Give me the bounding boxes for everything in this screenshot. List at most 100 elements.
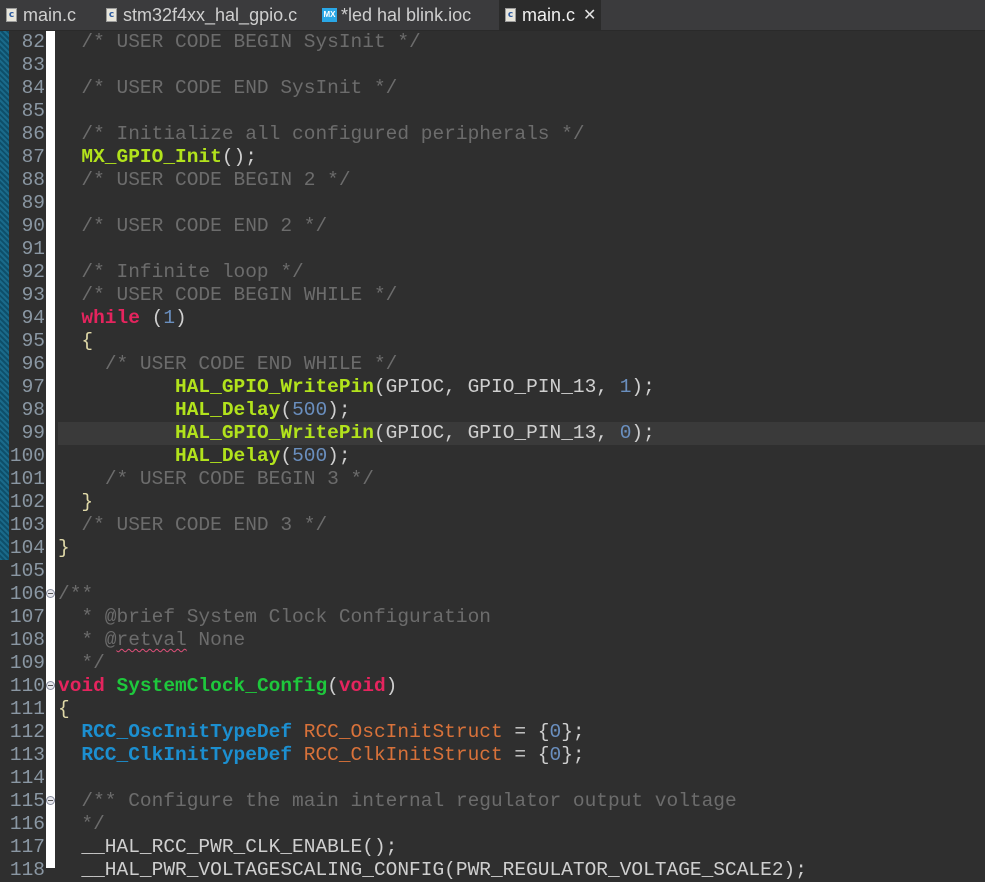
code-token: * @brief System Clock Configuration xyxy=(58,606,491,628)
code-line[interactable]: 89 xyxy=(0,192,985,215)
code-line[interactable]: 110 void SystemClock_Config(void) xyxy=(0,675,985,698)
code-token: (GPIOC, GPIO_PIN_13, xyxy=(373,376,620,398)
code-line[interactable]: 102 } xyxy=(0,491,985,514)
line-number: 111 xyxy=(9,698,45,720)
tab-main-c-active[interactable]: c main.c ✕ xyxy=(499,0,601,30)
tab-label: main.c xyxy=(23,4,77,25)
code-text: { xyxy=(58,698,985,721)
line-number: 88 xyxy=(21,169,45,191)
close-tab-icon[interactable]: ✕ xyxy=(583,5,596,25)
code-token: /* USER CODE BEGIN 3 */ xyxy=(104,468,374,490)
line-number: 103 xyxy=(9,514,45,536)
code-token: ( xyxy=(280,399,293,421)
code-token: retval xyxy=(116,629,187,651)
line-number: 93 xyxy=(21,284,45,306)
code-line[interactable]: 100 HAL_Delay(500); xyxy=(0,445,985,468)
code-token: ) xyxy=(385,675,398,697)
code-token: 0 xyxy=(549,721,562,743)
tab-main-c[interactable]: c main.c xyxy=(0,0,95,30)
fold-collapse-icon[interactable] xyxy=(46,681,55,690)
code-line[interactable]: 98 HAL_Delay(500); xyxy=(0,399,985,422)
code-line[interactable]: 83 xyxy=(0,54,985,77)
code-token: (GPIOC, GPIO_PIN_13, xyxy=(373,422,620,444)
tab-stm32f4xx-hal-gpio-c[interactable]: c stm32f4xx_hal_gpio.c xyxy=(100,0,310,30)
code-text: /* USER CODE END SysInit */ xyxy=(58,77,985,100)
line-number: 83 xyxy=(21,54,45,76)
code-text: } xyxy=(58,491,985,514)
tab-led-hal-blink-ioc[interactable]: MX *led hal blink.ioc xyxy=(316,0,496,30)
line-number: 95 xyxy=(21,330,45,352)
code-line[interactable]: 111 { xyxy=(0,698,985,721)
code-line[interactable]: 82 /* USER CODE BEGIN SysInit */ xyxy=(0,31,985,54)
code-editor[interactable]: 82 /* USER CODE BEGIN SysInit */83 84 /* … xyxy=(0,31,985,881)
code-line[interactable]: 96 /* USER CODE END WHILE */ xyxy=(0,353,985,376)
code-line[interactable]: 94 while (1) xyxy=(0,307,985,330)
code-line[interactable]: 118 __HAL_PWR_VOLTAGESCALING_CONFIG(PWR_… xyxy=(0,859,985,882)
code-token: /* USER CODE BEGIN SysInit */ xyxy=(81,31,421,53)
code-token: __HAL_RCC_PWR_CLK_ENABLE(); xyxy=(58,836,398,858)
code-token: HAL_GPIO_WritePin xyxy=(175,376,374,398)
line-number: 98 xyxy=(21,399,45,421)
line-number: 113 xyxy=(9,744,45,766)
code-line[interactable]: 97 HAL_GPIO_WritePin(GPIOC, GPIO_PIN_13,… xyxy=(0,376,985,399)
line-number: 90 xyxy=(21,215,45,237)
code-token: /* Infinite loop */ xyxy=(81,261,304,283)
code-token: /** Configure the main internal regulato… xyxy=(81,790,737,812)
code-line[interactable]: 92 /* Infinite loop */ xyxy=(0,261,985,284)
code-token: }; xyxy=(561,721,585,743)
code-line[interactable]: 112 RCC_OscInitTypeDef RCC_OscInitStruct… xyxy=(0,721,985,744)
code-token: } xyxy=(58,537,70,559)
code-line[interactable]: 117 __HAL_RCC_PWR_CLK_ENABLE(); xyxy=(0,836,985,859)
code-line[interactable]: 114 xyxy=(0,767,985,790)
tab-label: main.c xyxy=(522,4,576,25)
code-line[interactable]: 84 /* USER CODE END SysInit */ xyxy=(0,77,985,100)
code-line[interactable]: 101 /* USER CODE BEGIN 3 */ xyxy=(0,468,985,491)
code-line[interactable]: 93 /* USER CODE BEGIN WHILE */ xyxy=(0,284,985,307)
code-line[interactable]: 113 RCC_ClkInitTypeDef RCC_ClkInitStruct… xyxy=(0,744,985,767)
code-line[interactable]: 103 /* USER CODE END 3 */ xyxy=(0,514,985,537)
c-file-icon: c xyxy=(505,8,516,22)
code-text: * @retval None xyxy=(58,629,985,652)
code-text: /** xyxy=(58,583,985,606)
code-line[interactable]: 116 */ xyxy=(0,813,985,836)
code-text: /* USER CODE BEGIN 2 */ xyxy=(58,169,985,192)
code-line[interactable]: 90 /* USER CODE END 2 */ xyxy=(0,215,985,238)
code-token: ); xyxy=(327,399,351,421)
code-line[interactable]: 85 xyxy=(0,100,985,123)
code-text: HAL_Delay(500); xyxy=(58,445,985,468)
code-token: /* USER CODE END 3 */ xyxy=(81,514,328,536)
code-line[interactable]: 105 xyxy=(0,560,985,583)
code-line[interactable]: 95 { xyxy=(0,330,985,353)
code-line[interactable]: 106 /** xyxy=(0,583,985,606)
code-token: RCC_OscInitTypeDef xyxy=(81,721,293,743)
code-line[interactable]: 99 HAL_GPIO_WritePin(GPIOC, GPIO_PIN_13,… xyxy=(0,422,985,445)
code-line[interactable]: 108 * @retval None xyxy=(0,629,985,652)
code-line[interactable]: 115 /** Configure the main internal regu… xyxy=(0,790,985,813)
code-text: /** Configure the main internal regulato… xyxy=(58,790,985,813)
code-line[interactable]: 107 * @brief System Clock Configuration xyxy=(0,606,985,629)
line-number: 117 xyxy=(9,836,45,858)
line-number: 102 xyxy=(9,491,45,513)
code-line[interactable]: 109 */ xyxy=(0,652,985,675)
fold-collapse-icon[interactable] xyxy=(46,589,55,598)
fold-collapse-icon[interactable] xyxy=(46,796,55,805)
code-line[interactable]: 104} xyxy=(0,537,985,560)
code-line[interactable]: 91 xyxy=(0,238,985,261)
tab-label: stm32f4xx_hal_gpio.c xyxy=(123,4,298,25)
line-number: 114 xyxy=(9,767,45,789)
code-line[interactable]: 86 /* Initialize all configured peripher… xyxy=(0,123,985,146)
code-text: void SystemClock_Config(void) xyxy=(58,675,985,698)
code-line[interactable]: 87 MX_GPIO_Init(); xyxy=(0,146,985,169)
code-token: void xyxy=(338,675,386,697)
line-number: 106 xyxy=(9,583,45,605)
mx-file-icon: MX xyxy=(322,8,337,22)
code-text: /* USER CODE END WHILE */ xyxy=(58,353,985,376)
code-text: /* USER CODE END 2 */ xyxy=(58,215,985,238)
code-line[interactable]: 88 /* USER CODE BEGIN 2 */ xyxy=(0,169,985,192)
code-token: /* USER CODE END WHILE */ xyxy=(104,353,398,375)
